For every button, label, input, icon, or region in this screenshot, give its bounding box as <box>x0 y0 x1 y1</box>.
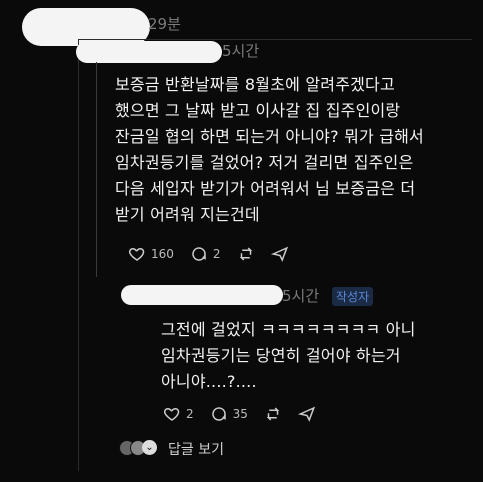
comment-timestamp: 5시간 <box>222 42 260 60</box>
send-icon <box>297 406 316 422</box>
send-icon <box>270 246 288 262</box>
repost-icon <box>239 247 252 261</box>
reply-text: 그전에 걸었지 ㅋㅋㅋㅋㅋㅋㅋㅋ 아니 임차권등기는 당연히 걸어야 하는거 아… <box>161 320 416 391</box>
reply-share-button[interactable] <box>297 405 316 423</box>
reply-timestamp: 5시간 <box>282 287 320 305</box>
comment-like-button[interactable]: 160 <box>128 245 174 263</box>
repost-icon <box>266 407 280 421</box>
comment-share-button[interactable] <box>270 245 289 263</box>
comment-actions: 160 2 <box>128 245 305 263</box>
heart-icon <box>128 247 145 261</box>
redacted-username-reply <box>121 285 283 305</box>
reply-actions: 2 35 <box>163 405 332 423</box>
comment-text: 보증금 반환날짜를 8월초에 알려주겠다고 했으면 그 날짜 받고 이사갈 집 … <box>115 75 424 224</box>
chevron-down-icon: ⌄ <box>142 440 157 455</box>
speech-bubble-icon <box>192 247 206 261</box>
reply-avatars: ⌄ <box>119 440 157 456</box>
top-timestamp: 29분 <box>148 15 181 33</box>
redacted-username-comment <box>76 41 222 63</box>
comment-repost-button[interactable] <box>237 245 255 263</box>
heart-icon <box>163 407 180 421</box>
author-badge: 작성자 <box>332 287 374 306</box>
reply-comment-button[interactable]: 35 <box>210 405 248 423</box>
speech-bubble-icon <box>211 407 226 421</box>
comment-thread-line <box>96 62 97 277</box>
reply-repost-button[interactable] <box>264 405 282 423</box>
comment-like-count: 160 <box>151 247 174 261</box>
comment-reply-count: 2 <box>212 247 221 261</box>
view-replies-link[interactable]: 답글 보기 <box>168 439 224 459</box>
reply-like-count: 2 <box>186 407 194 421</box>
reply-comment-count: 35 <box>232 407 248 421</box>
reply-like-button[interactable]: 2 <box>163 405 194 423</box>
comment-reply-button[interactable]: 2 <box>190 245 221 263</box>
